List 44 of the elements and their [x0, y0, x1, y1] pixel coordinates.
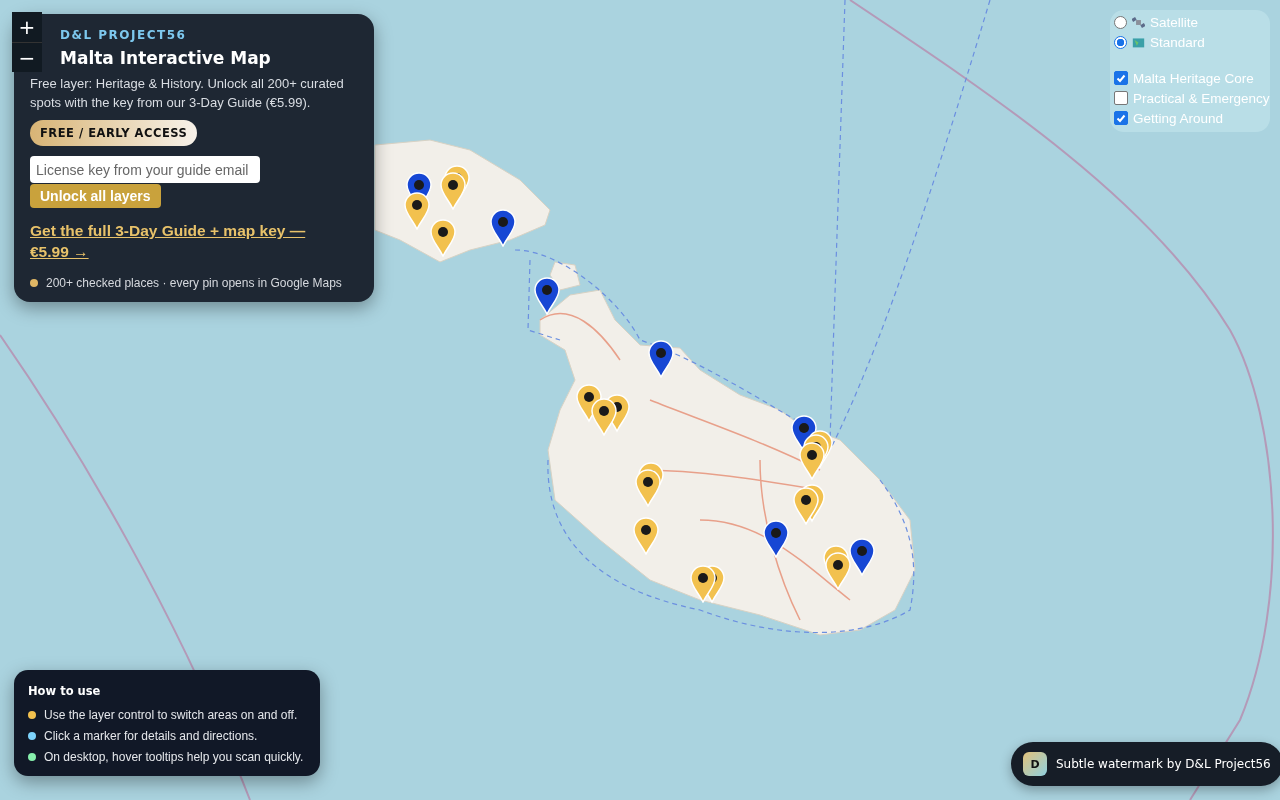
- map-pin-cluster-icon[interactable]: [404, 172, 432, 230]
- overlay-label[interactable]: Practical & Emergency: [1133, 90, 1270, 106]
- map-pin-cluster-icon[interactable]: [635, 462, 664, 507]
- unlock-button[interactable]: Unlock all layers: [30, 184, 161, 208]
- note-text: 200+ checked places · every pin opens in Google Maps: [46, 276, 342, 290]
- zoom-out-button[interactable]: −: [12, 42, 42, 72]
- checkbox[interactable]: [1114, 111, 1128, 125]
- map-pin-cluster-icon[interactable]: [690, 565, 725, 603]
- checkbox[interactable]: [1114, 71, 1128, 85]
- logo-avatar: D: [1023, 752, 1047, 776]
- map-icon: [1132, 35, 1145, 49]
- radio-button[interactable]: [1114, 35, 1127, 49]
- brand-label: D&L PROJECT56: [59, 28, 188, 42]
- map-pin-cluster-icon[interactable]: [793, 484, 825, 525]
- base-layer-label[interactable]: Standard: [1150, 34, 1205, 50]
- overlay-label[interactable]: Malta Heritage Core: [1133, 70, 1254, 86]
- base-layer-label[interactable]: Satellite: [1150, 14, 1199, 30]
- map-pin-cluster-icon[interactable]: [791, 415, 833, 480]
- map-pin-icon[interactable]: [490, 209, 516, 247]
- map-pin-cluster-icon[interactable]: [823, 545, 851, 590]
- radio-button[interactable]: [1114, 15, 1127, 29]
- overlay-label[interactable]: Getting Around: [1133, 110, 1224, 126]
- map-pin-icon[interactable]: [430, 219, 456, 257]
- map-pin-icon[interactable]: [633, 517, 659, 555]
- instruction-text: Use the layer control to switch areas on and off.: [44, 708, 298, 722]
- zoom-in-button[interactable]: +: [12, 12, 42, 42]
- map-pin-icon[interactable]: [849, 538, 875, 576]
- license-key-field[interactable]: License key from your guide email: [30, 156, 260, 183]
- description-text: Free layer: Heritage & History. Unlock all 200+ curated spots with the key from our 3-Day Guide (€5.99).: [30, 75, 345, 112]
- note-dot: [30, 279, 38, 287]
- access-badge: FREE / EARLY ACCESS: [30, 120, 198, 146]
- map-pin-cluster-icon[interactable]: [576, 384, 630, 436]
- credit-text: Subtle watermark by D&L Project56: [1056, 757, 1271, 771]
- map-pin-icon[interactable]: [648, 340, 674, 378]
- map-title: Malta Interactive Map: [59, 48, 272, 68]
- map-pin-icon[interactable]: [763, 520, 789, 558]
- guide-link[interactable]: Get the full 3-Day Guide + map key — €5.99 →: [30, 220, 330, 262]
- panel-title: How to use: [28, 684, 102, 698]
- map-pin-icon[interactable]: [534, 277, 560, 315]
- instruction-text: On desktop, hover tooltips help you scan quickly.: [44, 750, 304, 764]
- instruction-text: Click a marker for details and directions.: [44, 729, 258, 743]
- map-pin-cluster-icon[interactable]: [440, 165, 470, 210]
- satellite-icon: [1132, 15, 1145, 29]
- checkbox[interactable]: [1114, 91, 1128, 105]
